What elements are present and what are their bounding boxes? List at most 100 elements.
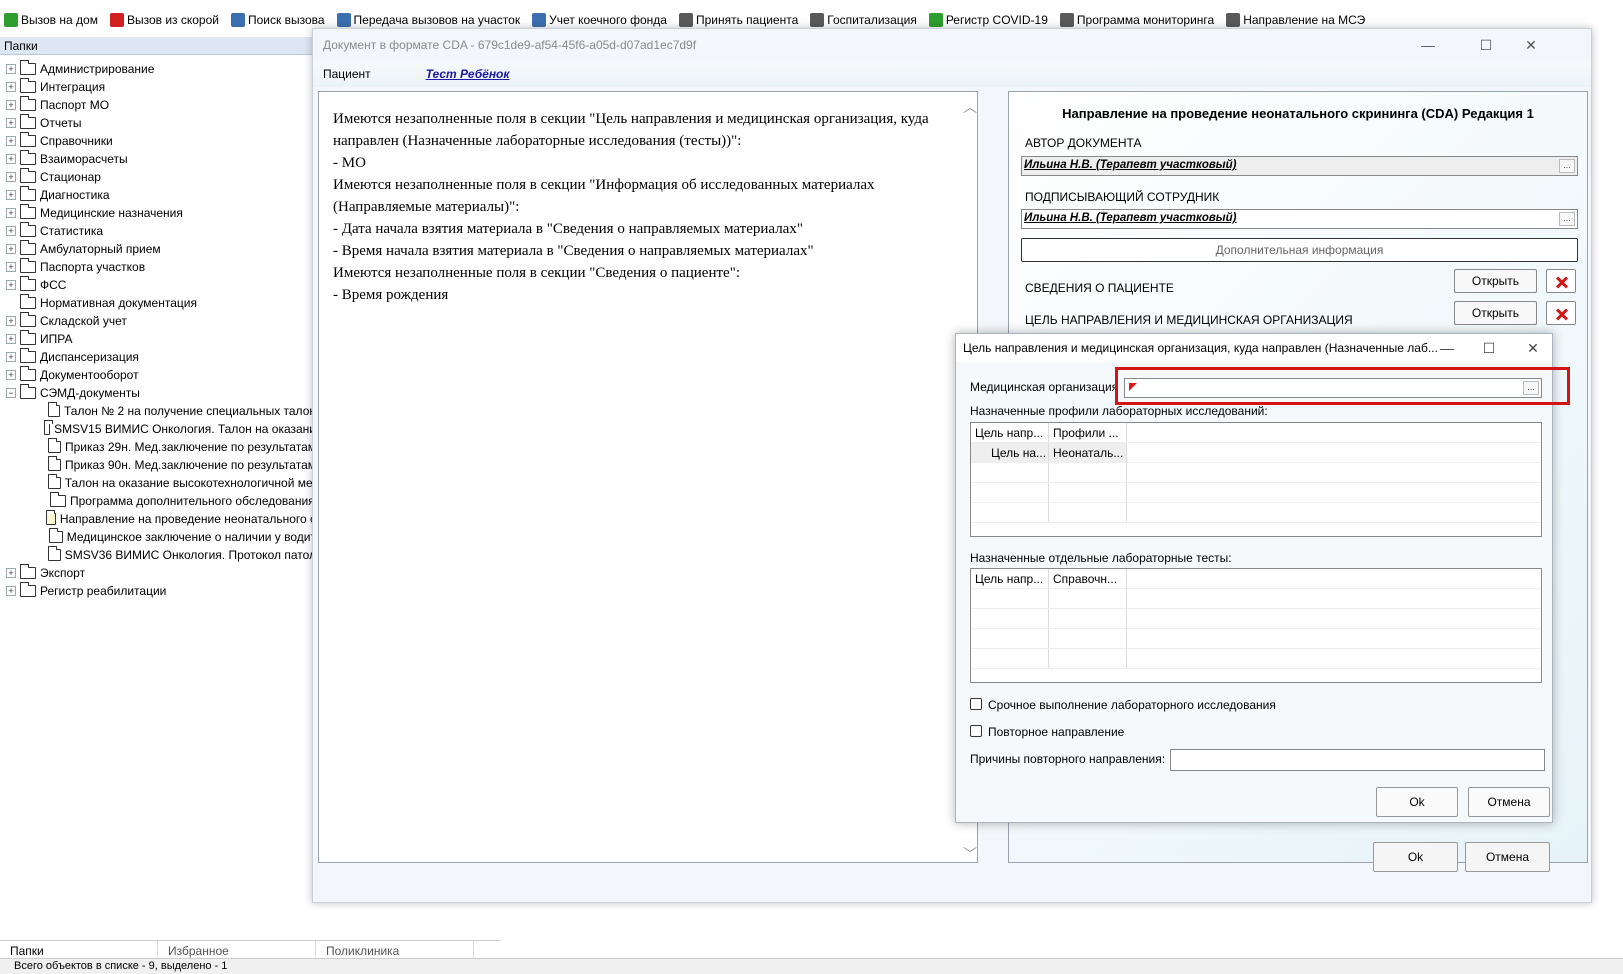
tree-item[interactable]: + Отчеты: [0, 114, 316, 132]
tree-item[interactable]: + Документооборот: [0, 366, 316, 384]
tree-item[interactable]: + Диагностика: [0, 186, 316, 204]
grid-column-header[interactable]: Цель напр...: [971, 423, 1049, 442]
expand-toggle-icon[interactable]: +: [6, 352, 16, 362]
tree-item[interactable]: − СЭМД-документы: [0, 384, 316, 402]
scroll-down-icon[interactable]: ﹀: [963, 844, 977, 864]
toolbar-item-6[interactable]: Госпитализация: [806, 13, 917, 27]
dialog-minimize-button[interactable]: —: [1434, 338, 1460, 358]
signer-field[interactable]: Ильина Н.В. (Терапевт участковый) ...: [1021, 209, 1578, 229]
table-row[interactable]: [971, 483, 1541, 503]
table-row[interactable]: [971, 649, 1541, 669]
tree-item[interactable]: Талон на оказание высокотехнологичной ме…: [0, 474, 316, 492]
tree-item[interactable]: SMSV36 ВИМИС Онкология. Протокол патол: [0, 546, 316, 564]
toolbar-item-3[interactable]: Передача вызовов на участок: [333, 13, 520, 27]
additional-info-button[interactable]: Дополнительная информация: [1021, 238, 1578, 262]
urgent-checkbox[interactable]: [970, 698, 982, 710]
repeat-checkbox[interactable]: [970, 725, 982, 737]
table-row[interactable]: [971, 609, 1541, 629]
expand-toggle-icon[interactable]: −: [6, 388, 16, 398]
table-row[interactable]: [971, 503, 1541, 523]
expand-toggle-icon[interactable]: +: [6, 82, 16, 92]
expand-toggle-icon[interactable]: +: [6, 64, 16, 74]
tree-item[interactable]: + Диспансеризация: [0, 348, 316, 366]
grid-column-header[interactable]: Справочн...: [1049, 569, 1127, 588]
open-patient-section-button[interactable]: Открыть: [1454, 269, 1537, 293]
repeat-reason-input[interactable]: [1170, 749, 1545, 771]
dialog-close-button[interactable]: ✕: [1520, 338, 1546, 358]
expand-toggle-icon[interactable]: +: [6, 262, 16, 272]
maximize-button[interactable]: ☐: [1471, 35, 1501, 55]
tree-item[interactable]: Нормативная документация: [0, 294, 316, 312]
patient-link[interactable]: Тест Ребёнок: [426, 67, 510, 81]
tree-item[interactable]: + ИПРА: [0, 330, 316, 348]
tree-item-label: Паспорт МО: [40, 98, 110, 112]
delete-goal-section-icon[interactable]: [1546, 301, 1576, 325]
tree-item[interactable]: + Складской учет: [0, 312, 316, 330]
expand-toggle-icon[interactable]: +: [6, 316, 16, 326]
table-row[interactable]: [971, 629, 1541, 649]
tree-item[interactable]: SMSV15 ВИМИС Онкология. Талон на оказани: [0, 420, 316, 438]
toolbar-item-0[interactable]: Вызов на дом: [0, 13, 98, 27]
cancel-button[interactable]: Отмена: [1465, 842, 1550, 872]
expand-toggle-icon[interactable]: +: [6, 334, 16, 344]
tests-grid[interactable]: Цель напр... Справочн...: [970, 568, 1542, 683]
expand-toggle-icon[interactable]: +: [6, 118, 16, 128]
table-row[interactable]: Цель на... Неонаталь...: [971, 443, 1541, 463]
delete-patient-section-icon[interactable]: [1546, 269, 1576, 293]
open-goal-section-button[interactable]: Открыть: [1454, 301, 1537, 325]
signer-select-button[interactable]: ...: [1559, 212, 1575, 226]
tree-item[interactable]: + Стационар: [0, 168, 316, 186]
expand-toggle-icon[interactable]: +: [6, 154, 16, 164]
tree-item[interactable]: + Экспорт: [0, 564, 316, 582]
toolbar-item-2[interactable]: Поиск вызова: [227, 13, 325, 27]
tree-item[interactable]: + Регистр реабилитации: [0, 582, 316, 600]
profiles-grid[interactable]: Цель напр... Профили ... Цель на... Неоната…: [970, 422, 1542, 537]
tree-item[interactable]: Приказ 90н. Мед.заключение по результата…: [0, 456, 316, 474]
tree-item[interactable]: + ФСС: [0, 276, 316, 294]
table-row[interactable]: [971, 463, 1541, 483]
table-row[interactable]: [971, 589, 1541, 609]
minimize-button[interactable]: —: [1413, 35, 1443, 55]
expand-toggle-icon[interactable]: +: [6, 208, 16, 218]
expand-toggle-icon[interactable]: +: [6, 136, 16, 146]
toolbar-item-4[interactable]: Учет коечного фонда: [528, 13, 667, 27]
expand-toggle-icon[interactable]: +: [6, 172, 16, 182]
grid-column-header[interactable]: Цель напр...: [971, 569, 1049, 588]
dialog-cancel-button[interactable]: Отмена: [1468, 787, 1550, 817]
toolbar-item-9[interactable]: Направление на МСЭ: [1222, 13, 1365, 27]
expand-toggle-icon[interactable]: +: [6, 568, 16, 578]
tree-item[interactable]: + Медицинские назначения: [0, 204, 316, 222]
expand-toggle-icon[interactable]: +: [6, 100, 16, 110]
tree-item[interactable]: + Амбулаторный прием: [0, 240, 316, 258]
scroll-up-icon[interactable]: ︿: [963, 97, 977, 117]
tree-item[interactable]: + Администрирование: [0, 60, 316, 78]
grid-column-header[interactable]: Профили ...: [1049, 423, 1127, 442]
dialog-maximize-button[interactable]: ☐: [1476, 338, 1502, 358]
close-button[interactable]: ✕: [1516, 35, 1546, 55]
tree-item[interactable]: Приказ 29н. Мед.заключение по результата…: [0, 438, 316, 456]
tree-item[interactable]: + Паспорт МО: [0, 96, 316, 114]
tree-item[interactable]: Талон № 2 на получение специальных талон: [0, 402, 316, 420]
ok-button[interactable]: Ok: [1373, 842, 1458, 872]
tree-item[interactable]: Направление на проведение неонатального …: [0, 510, 316, 528]
tree-item[interactable]: Программа дополнительного обследования: [0, 492, 316, 510]
tree-item[interactable]: + Взаиморасчеты: [0, 150, 316, 168]
toolbar-item-7[interactable]: Регистр COVID-19: [925, 13, 1048, 27]
tree-item[interactable]: + Интеграция: [0, 78, 316, 96]
expand-toggle-icon[interactable]: +: [6, 586, 16, 596]
expand-toggle-icon[interactable]: +: [6, 244, 16, 254]
author-select-button[interactable]: ...: [1559, 159, 1575, 173]
expand-toggle-icon[interactable]: +: [6, 280, 16, 290]
toolbar-item-8[interactable]: Программа мониторинга: [1056, 13, 1214, 27]
expand-toggle-icon[interactable]: +: [6, 190, 16, 200]
tree-item[interactable]: Медицинское заключение о наличии у водит: [0, 528, 316, 546]
toolbar-item-5[interactable]: Принять пациента: [675, 13, 798, 27]
tree-item[interactable]: + Статистика: [0, 222, 316, 240]
expand-toggle-icon[interactable]: +: [6, 226, 16, 236]
dialog-ok-button[interactable]: Ok: [1376, 787, 1458, 817]
tree-item[interactable]: + Справочники: [0, 132, 316, 150]
author-field[interactable]: Ильина Н.В. (Терапевт участковый) ...: [1021, 156, 1578, 176]
expand-toggle-icon[interactable]: +: [6, 370, 16, 380]
toolbar-item-1[interactable]: Вызов из скорой: [106, 13, 219, 27]
tree-item[interactable]: + Паспорта участков: [0, 258, 316, 276]
